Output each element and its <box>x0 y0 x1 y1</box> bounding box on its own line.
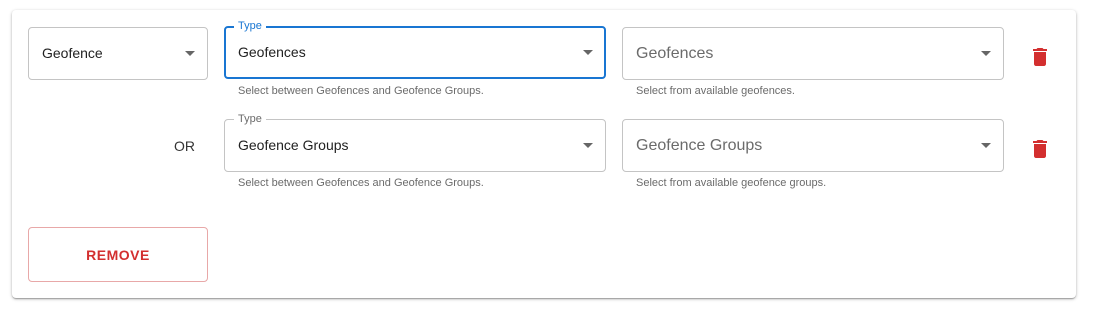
geofence-group-placeholder-2: Geofence Groups <box>636 137 763 154</box>
trash-icon[interactable] <box>1028 137 1052 161</box>
chevron-down-icon <box>981 143 991 148</box>
type-value-1: Geofences <box>238 44 306 60</box>
type-value-2: Geofence Groups <box>238 137 349 153</box>
geofence-placeholder-1: Geofences <box>636 45 714 62</box>
chevron-down-icon <box>981 51 991 56</box>
type-helper-1: Select between Geofences and Geofence Gr… <box>238 85 484 97</box>
geofence-group-select-2[interactable]: Geofence Groups <box>622 119 1004 172</box>
geofence-group-helper-2: Select from available geofence groups. <box>636 177 827 189</box>
remove-button[interactable]: REMOVE <box>28 227 208 282</box>
type-label-1: Type <box>234 19 266 33</box>
type-label-2: Type <box>234 112 266 126</box>
type-select-1[interactable]: Type Geofences <box>224 19 606 79</box>
geofence-select-1[interactable]: Geofences <box>622 27 1004 80</box>
geofence-helper-1: Select from available geofences. <box>636 85 795 97</box>
type-select-2[interactable]: Type Geofence Groups <box>224 112 606 172</box>
chevron-down-icon <box>185 51 195 56</box>
or-connector: OR <box>174 138 195 154</box>
condition-type-value: Geofence <box>42 45 103 61</box>
chevron-down-icon <box>583 50 593 55</box>
trash-icon[interactable] <box>1028 45 1052 69</box>
type-helper-2: Select between Geofences and Geofence Gr… <box>238 177 484 189</box>
chevron-down-icon <box>583 143 593 148</box>
condition-type-select[interactable]: Geofence <box>28 27 208 80</box>
